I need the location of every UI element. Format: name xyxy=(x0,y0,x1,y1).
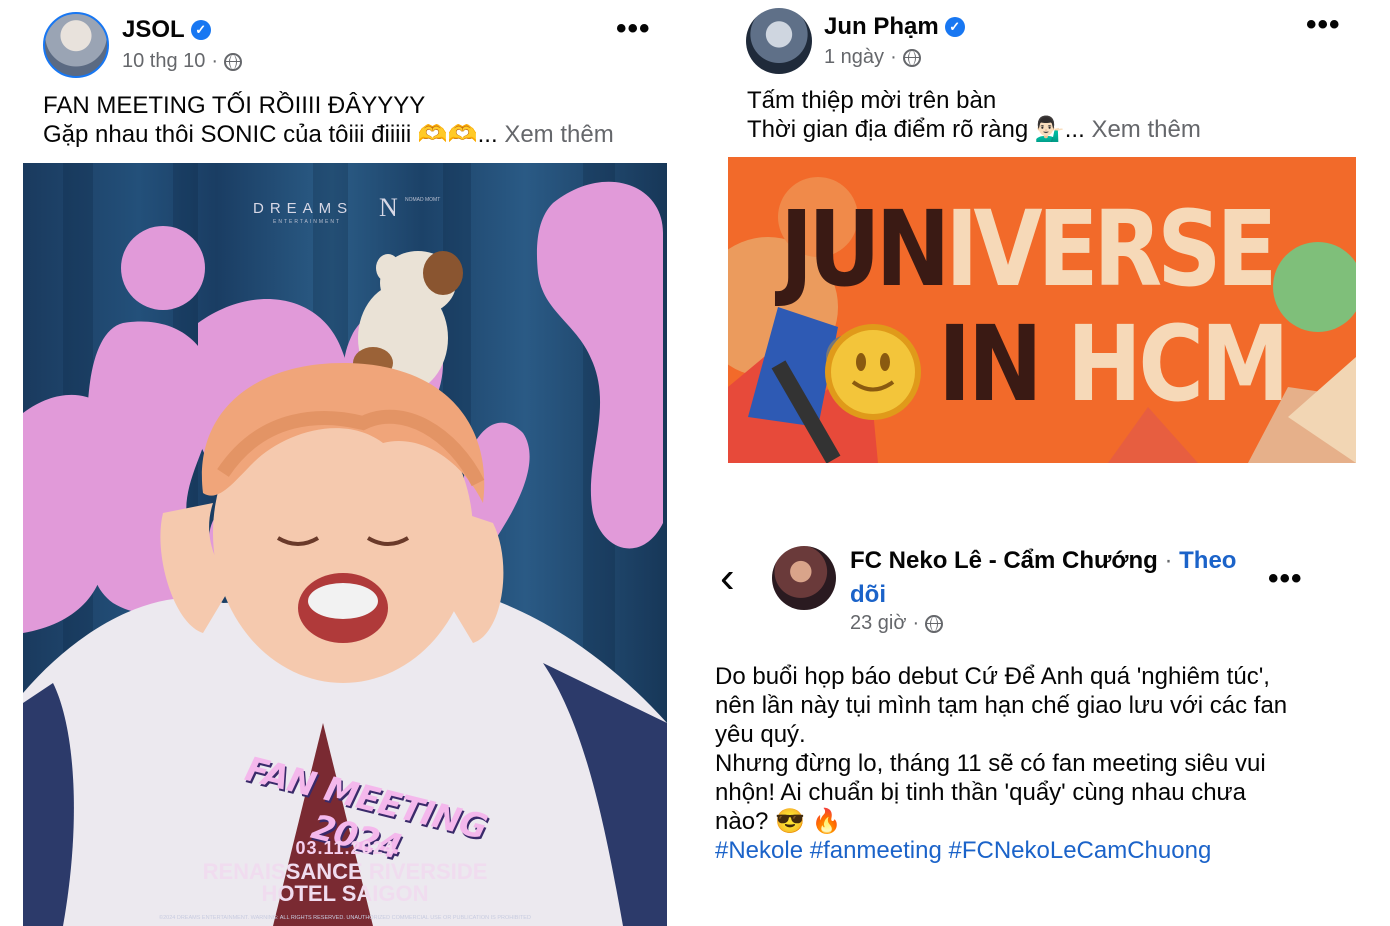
back-arrow-icon[interactable]: ‹ xyxy=(720,556,735,600)
fcneko-more-options-icon[interactable]: ••• xyxy=(1268,564,1303,594)
banner-in: IN xyxy=(938,303,1043,425)
fcneko-text-line3: yêu quý. xyxy=(715,721,806,748)
fcneko-text-line4: Nhưng đừng lo, tháng 11 sẽ có fan meetin… xyxy=(715,750,1266,777)
banner-iverse: IVERSE xyxy=(945,188,1277,310)
jsol-post-time[interactable]: 10 thg 10 xyxy=(122,50,205,73)
junpham-post-time[interactable]: 1 ngày xyxy=(824,46,884,69)
junpham-post-text: Tấm thiệp mời trên bàn Thời gian địa điể… xyxy=(747,86,1201,144)
globe-icon xyxy=(224,52,243,71)
jsol-post-text: FAN MEETING TỐI RỒIIII ĐÂYYYY Gặp nhau t… xyxy=(43,91,614,149)
fcneko-text-line2: nên lần này tụi mình tạm hạn chế giao lư… xyxy=(715,692,1288,719)
globe-icon xyxy=(925,614,944,633)
banner-title-line1: JUNIVERSE xyxy=(780,197,1277,301)
juniverse-banner[interactable]: JUNIVERSE IN HCM xyxy=(728,157,1356,463)
meta-separator: · xyxy=(211,50,219,72)
poster-fine-print: ©2024 DREAMS ENTERTAINMENT. WARNING: ALL… xyxy=(159,915,531,921)
follow-part2: dõi xyxy=(850,581,886,608)
poster-brand-dreams: DREAMS xyxy=(253,200,353,217)
jsol-ellipsis: ... xyxy=(477,121,498,148)
meta-separator: · xyxy=(890,46,897,68)
poster-venue: RENAISSANCE RIVERSIDE HOTEL SAIGON xyxy=(23,861,667,905)
junpham-see-more-link[interactable]: Xem thêm xyxy=(1091,116,1200,143)
poster-brand-nomad: NOMAD MOMT xyxy=(405,197,440,203)
fcneko-hashtags[interactable]: #Nekole #fanmeeting #FCNekoLeCamChuong xyxy=(715,836,1287,865)
fcneko-text-line1: Do buổi họp báo debut Cứ Để Anh quá 'ngh… xyxy=(715,663,1270,690)
poster-date: 03.11.2024 xyxy=(295,838,395,858)
junpham-more-options-icon[interactable]: ••• xyxy=(1306,10,1341,40)
poster-venue-line1: RENAISSANCE RIVERSIDE xyxy=(202,859,488,884)
jsol-post-meta: 10 thg 10 · xyxy=(122,50,243,73)
jsol-author-row: JSOL ✓ xyxy=(122,16,211,44)
junpham-author-row: Jun Phạm ✓ xyxy=(824,13,965,41)
jsol-see-more-link[interactable]: Xem thêm xyxy=(504,121,613,148)
junpham-text-line2: Thời gian địa điểm rõ ràng 💁🏻‍♂️ xyxy=(747,116,1065,143)
jsol-author-name[interactable]: JSOL xyxy=(122,16,185,43)
fcneko-avatar[interactable] xyxy=(772,546,836,610)
fcneko-author-name[interactable]: FC Neko Lê - Cẩm Chướng xyxy=(850,547,1158,574)
poster-brand-dreams-sub: ENTERTAINMENT xyxy=(273,219,341,225)
fcneko-header: FC Neko Lê - Cẩm Chướng · Theo dõi xyxy=(850,544,1250,612)
banner-jun: JUN xyxy=(780,188,950,310)
jsol-text-line2: Gặp nhau thôi SONIC của tôiii điiiii 🫶🫶 xyxy=(43,121,478,148)
junpham-text-line1: Tấm thiệp mời trên bàn xyxy=(747,87,997,114)
junpham-author-name[interactable]: Jun Phạm xyxy=(824,13,939,40)
fcneko-post-meta: 23 giờ · xyxy=(850,612,944,635)
fcneko-text-line6: nào? 😎 🔥 xyxy=(715,808,842,835)
jsol-text-line1: FAN MEETING TỐI RỒIIII ĐÂYYYY xyxy=(43,92,426,119)
jsol-more-options-icon[interactable]: ••• xyxy=(616,14,651,44)
poster-venue-line2: HOTEL SAIGON xyxy=(261,881,429,906)
globe-icon xyxy=(902,48,921,67)
fcneko-post-time[interactable]: 23 giờ xyxy=(850,612,906,635)
banner-title-line2: IN HCM xyxy=(938,312,1290,416)
jsol-fan-meeting-poster[interactable]: DREAMS ENTERTAINMENT N NOMAD MOMT FAN ME… xyxy=(23,163,667,926)
fcneko-post-text: Do buổi họp báo debut Cứ Để Anh quá 'ngh… xyxy=(715,662,1287,865)
junpham-avatar[interactable] xyxy=(746,8,812,74)
meta-separator: · xyxy=(912,612,920,634)
junpham-ellipsis: ... xyxy=(1064,116,1085,143)
banner-hcm: HCM xyxy=(1066,303,1290,425)
follow-part1: Theo xyxy=(1179,547,1237,574)
jsol-avatar[interactable] xyxy=(43,12,109,78)
verified-badge-icon: ✓ xyxy=(190,20,211,40)
fcneko-text-line5: nhộn! Ai chuẩn bị tinh thần 'quẩy' cùng … xyxy=(715,779,1246,806)
junpham-post-meta: 1 ngày · xyxy=(824,46,921,69)
verified-badge-icon: ✓ xyxy=(944,17,965,37)
meta-separator: · xyxy=(1164,547,1173,574)
poster-brand-nomad-logo: N xyxy=(379,193,398,222)
